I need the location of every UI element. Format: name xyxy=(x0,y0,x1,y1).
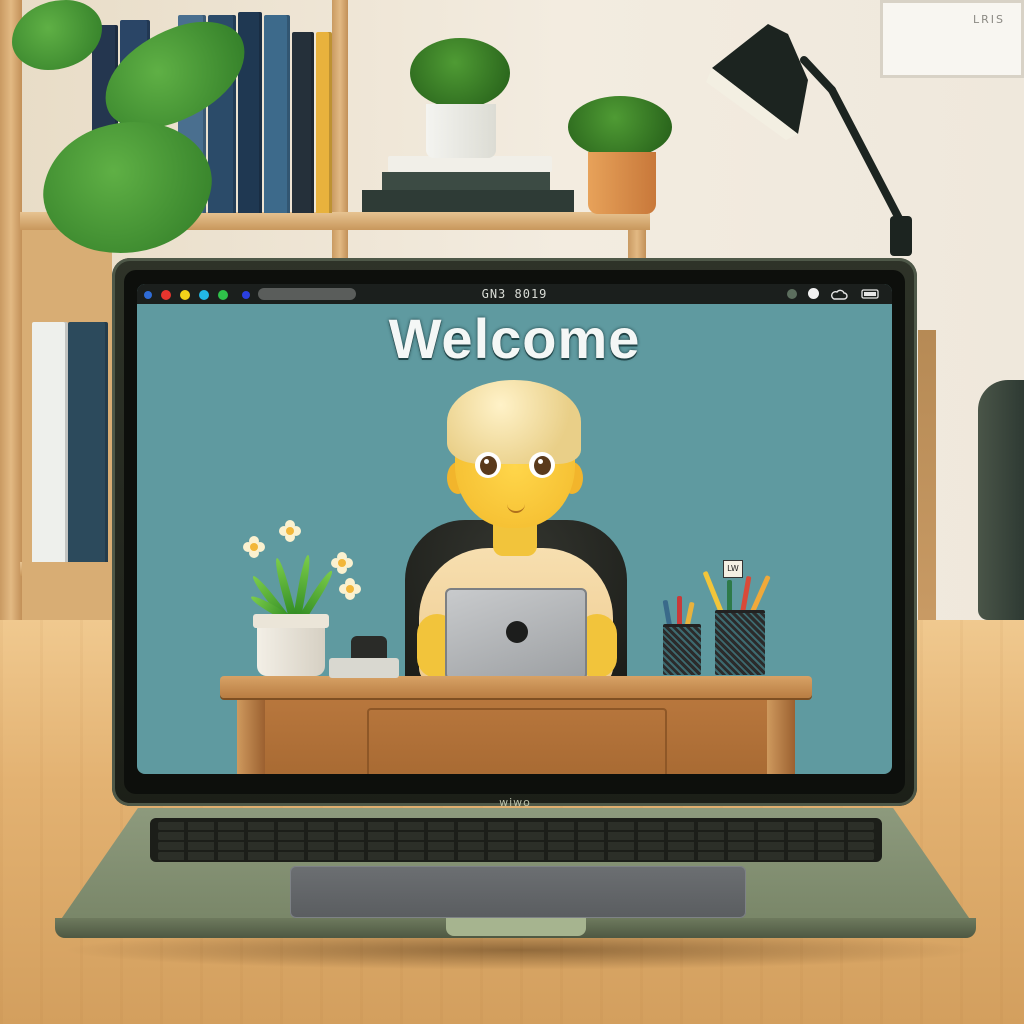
illustration-laptop-logo xyxy=(506,621,528,643)
menu-bar: GN3 8019 xyxy=(137,284,892,304)
illustration-desk-top xyxy=(220,676,812,698)
chair-back xyxy=(978,380,1024,620)
desk-sign: LW xyxy=(723,560,743,578)
flower xyxy=(339,578,361,600)
left-eye xyxy=(475,452,501,478)
laptop-screen: GN3 8019 Welcome LW xyxy=(137,284,892,774)
laptop-brand-logo: wiwo xyxy=(499,796,531,809)
cloud-icon[interactable] xyxy=(830,288,848,300)
toggle-dot-icon[interactable] xyxy=(808,288,819,299)
frame-text: LRIS xyxy=(973,13,1005,26)
pencil-cup xyxy=(663,624,701,675)
person-hair xyxy=(447,380,581,464)
desk-lamp xyxy=(706,24,912,256)
shelf-edge-right xyxy=(918,330,936,620)
keyboard[interactable] xyxy=(150,818,882,862)
status-dot-icon[interactable] xyxy=(787,289,797,299)
flower xyxy=(331,552,353,574)
illustration-desk xyxy=(237,698,795,774)
flower xyxy=(279,520,301,542)
laptop-open-notch xyxy=(446,918,586,936)
menubar-title: GN3 8019 xyxy=(481,287,548,301)
welcome-heading: Welcome xyxy=(388,307,641,370)
battery-icon[interactable] xyxy=(861,289,881,299)
pencil-cup-large xyxy=(715,610,765,675)
right-eye xyxy=(529,452,555,478)
flower xyxy=(243,536,265,558)
desk-gadget xyxy=(351,636,387,660)
trackpad[interactable] xyxy=(290,866,746,918)
